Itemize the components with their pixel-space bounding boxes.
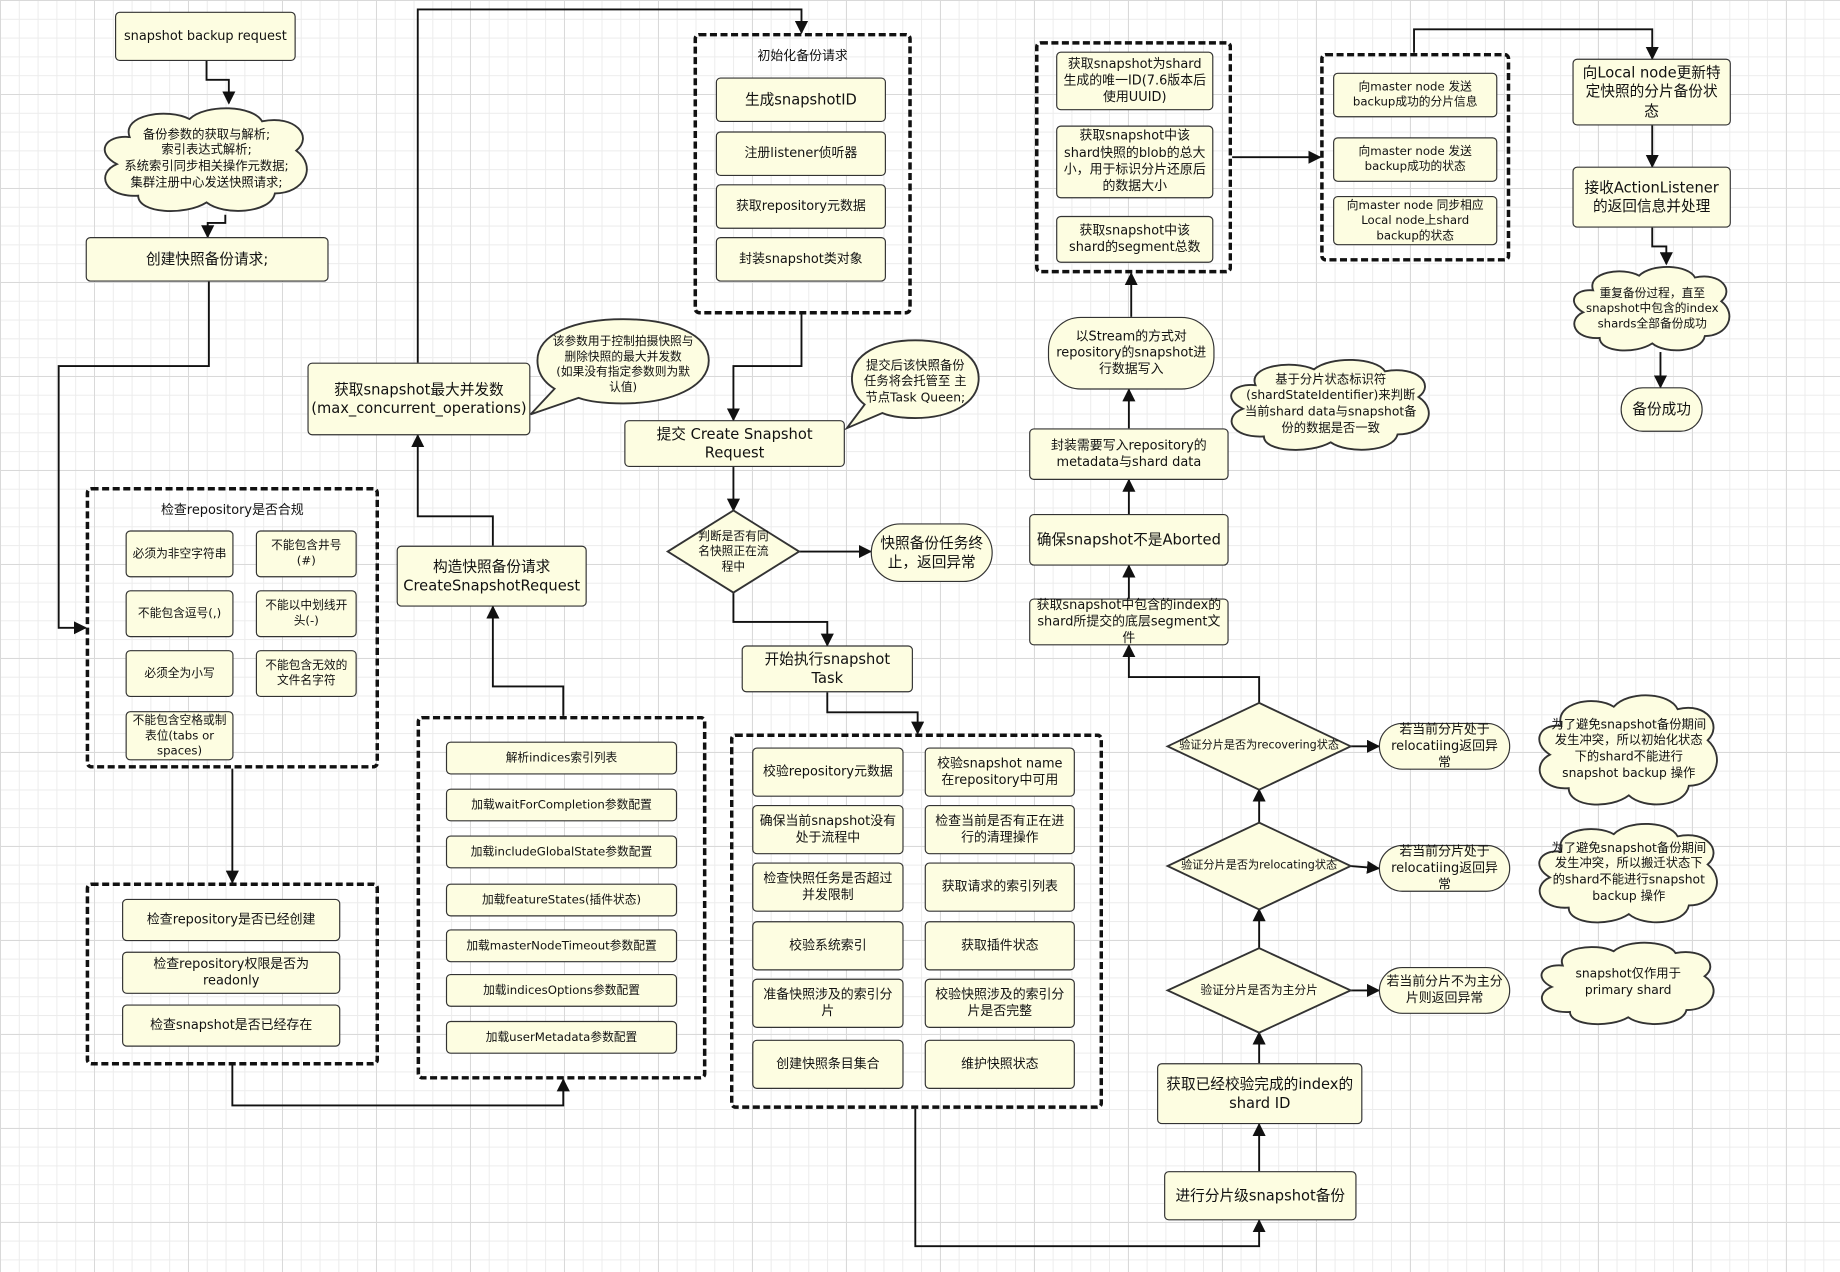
task-item[interactable]: 检查快照任务是否超过并发限制 xyxy=(752,862,904,912)
relocating-decision[interactable]: 验证分片是否为relocating状态 xyxy=(1168,823,1351,910)
abort-terminal[interactable]: 快照备份任务终止，返回异常 xyxy=(870,523,993,583)
recovering-terminal[interactable]: 若当前分片处于relocatiing返回异常 xyxy=(1378,721,1511,770)
param-item[interactable]: 解析indices索引列表 xyxy=(445,741,678,775)
listener-node[interactable]: 接收ActionListener的返回信息并处理 xyxy=(1572,166,1731,228)
connector xyxy=(205,61,236,105)
get-shard-id-node[interactable]: 获取已经校验完成的index的shard ID xyxy=(1157,1063,1363,1125)
repo-check-item[interactable]: 必须全为小写 xyxy=(125,650,234,698)
primary-cloud: snapshot仅作用于primary shard xyxy=(1537,939,1719,1028)
task-item[interactable]: 检查当前是否有正在进行的清理操作 xyxy=(924,805,1075,855)
param-item[interactable]: 加载includeGlobalState参数配置 xyxy=(445,835,678,869)
recovering-decision[interactable]: 验证分片是否为recovering状态 xyxy=(1168,703,1351,790)
master-item[interactable]: 向master node 同步相应Local node上shard backup… xyxy=(1333,195,1498,246)
repo-check-item[interactable]: 不能包含逗号(,) xyxy=(125,590,234,638)
shard-info-item[interactable]: 获取snapshot中该shard的segment总数 xyxy=(1056,215,1214,263)
connector xyxy=(1651,227,1673,266)
max-concurrent-node[interactable]: 获取snapshot最大并发数 (max_concurrent_operatio… xyxy=(307,362,531,436)
repo-check-item[interactable]: 不能包含井号(#) xyxy=(255,530,357,578)
primary-terminal[interactable]: 若当前分片不为主分片则返回异常 xyxy=(1378,966,1511,1014)
success-terminal[interactable]: 备份成功 xyxy=(1620,387,1703,432)
init-item[interactable]: 封装snapshot类对象 xyxy=(715,237,886,282)
master-item[interactable]: 向master node 发送backup成功的状态 xyxy=(1333,137,1498,182)
master-item[interactable]: 向master node 发送backup成功的分片信息 xyxy=(1333,72,1498,118)
repo-check-item[interactable]: 不能以中划线开头(-) xyxy=(255,590,357,638)
same-name-decision[interactable]: 判断是否有同名快照正在流程中 xyxy=(668,510,799,592)
group-title: 检查repository是否合规 xyxy=(160,502,304,518)
task-item[interactable]: 校验repository元数据 xyxy=(752,747,904,797)
param-item[interactable]: 加载waitForCompletion参数配置 xyxy=(445,788,678,822)
repo-exist-item[interactable]: 检查snapshot是否已经存在 xyxy=(122,1004,341,1047)
task-item[interactable]: 准备快照涉及的索引分片 xyxy=(752,978,904,1028)
connector xyxy=(1122,644,1261,703)
repo-exist-item[interactable]: 检查repository是否已经创建 xyxy=(122,898,341,942)
param-item[interactable]: 加载userMetadata参数配置 xyxy=(445,1020,678,1054)
submit-speech-bubble: 提交后该快照备份任务将会托管至 主节点Task Queen; xyxy=(852,340,979,424)
shard-info-item[interactable]: 获取snapshot为shard生成的唯一ID(7.6版本后使用UUID) xyxy=(1056,51,1214,111)
state-id-cloud: 基于分片状态标识符 (shardStateIdentifier)来判断当前sha… xyxy=(1226,356,1435,455)
task-item[interactable]: 维护快照状态 xyxy=(924,1039,1075,1089)
repo-exist-item[interactable]: 检查repository权限是否为readonly xyxy=(122,951,341,994)
shard-info-item[interactable]: 获取snapshot中该shard快照的blob的总大小，用于标识分片还原后的数… xyxy=(1056,125,1214,199)
task-item[interactable]: 校验快照涉及的索引分片是否完整 xyxy=(924,978,1075,1028)
segment-files-node[interactable]: 获取snapshot中包含的index的shard所提交的底层segment文件 xyxy=(1029,597,1229,646)
connector xyxy=(486,605,565,716)
parse-cloud: 备份参数的获取与解析; 索引表达式解析; 系统索引同步相关操作元数据; 集群注册… xyxy=(100,103,314,216)
param-item[interactable]: 加载indicesOptions参数配置 xyxy=(445,973,678,1007)
connector xyxy=(826,692,925,735)
task-item[interactable]: 获取插件状态 xyxy=(924,921,1075,971)
connector xyxy=(411,434,494,546)
stream-write-node[interactable]: 以Stream的方式对repository的snapshot进行数据写入 xyxy=(1047,316,1215,390)
repo-check-item[interactable]: 不能包含空格或制表位(tabs or spaces) xyxy=(125,711,234,761)
task-item[interactable]: 校验snapshot name 在repository中可用 xyxy=(924,747,1075,797)
repo-check-item[interactable]: 必须为非空字符串 xyxy=(125,530,234,578)
shard-backup-node[interactable]: 进行分片级snapshot备份 xyxy=(1164,1171,1357,1221)
repo-check-item[interactable]: 不能包含无效的文件名字符 xyxy=(255,650,357,698)
start-node[interactable]: snapshot backup request xyxy=(115,11,296,62)
not-aborted-node[interactable]: 确保snapshot不是Aborted xyxy=(1029,513,1229,566)
concurrent-speech-bubble: 该参数用于控制拍摄快照与删除快照的最大并发数 (如果没有指定参数则为默认值) xyxy=(537,319,708,411)
relocating-cloud: 为了避免snapshot备份期间发生冲突，所以搬迁状态下的shard不能进行sn… xyxy=(1535,819,1723,927)
submit-request-node[interactable]: 提交 Create Snapshot Request xyxy=(624,420,845,468)
flowchart-canvas: snapshot backup request 备份参数的获取与解析; 索引表达… xyxy=(0,0,1840,1272)
connector xyxy=(1350,860,1381,874)
task-item[interactable]: 校验系统索引 xyxy=(752,921,904,971)
param-item[interactable]: 加载featureStates(插件状态) xyxy=(445,883,678,917)
init-item[interactable]: 获取repository元数据 xyxy=(715,184,886,229)
repeat-cloud: 重复备份过程，直至snapshot中包含的index shards全部备份成功 xyxy=(1570,263,1734,355)
init-item[interactable]: 注册listener侦听器 xyxy=(715,131,886,177)
group-title: 初始化备份请求 xyxy=(757,48,848,64)
connector xyxy=(201,214,227,239)
relocating-terminal[interactable]: 若当前分片处于relocatiing返回异常 xyxy=(1378,843,1511,892)
connector xyxy=(732,592,834,647)
task-item[interactable]: 获取请求的索引列表 xyxy=(924,862,1075,912)
connector xyxy=(726,314,803,422)
start-task-node[interactable]: 开始执行snapshot Task xyxy=(741,645,913,693)
param-item[interactable]: 加载masterNodeTimeout参数配置 xyxy=(445,929,678,963)
primary-decision[interactable]: 验证分片是否为主分片 xyxy=(1168,948,1351,1032)
init-item[interactable]: 生成snapshotID xyxy=(715,77,886,123)
wrap-data-node[interactable]: 封装需要写入repository的metadata与shard data xyxy=(1029,428,1229,480)
local-update-node[interactable]: 向Local node更新特定快照的分片备份状态 xyxy=(1572,58,1731,126)
build-request-node[interactable]: 构造快照备份请求 CreateSnapshotRequest xyxy=(396,545,587,607)
task-item[interactable]: 创建快照条目集合 xyxy=(752,1039,904,1089)
create-request-node[interactable]: 创建快照备份请求; xyxy=(85,237,329,282)
task-item[interactable]: 确保当前snapshot没有处于流程中 xyxy=(752,805,904,855)
recovering-cloud: 为了避免snapshot备份期间发生冲突，所以初始化状态下的shard不能进行s… xyxy=(1535,690,1723,810)
